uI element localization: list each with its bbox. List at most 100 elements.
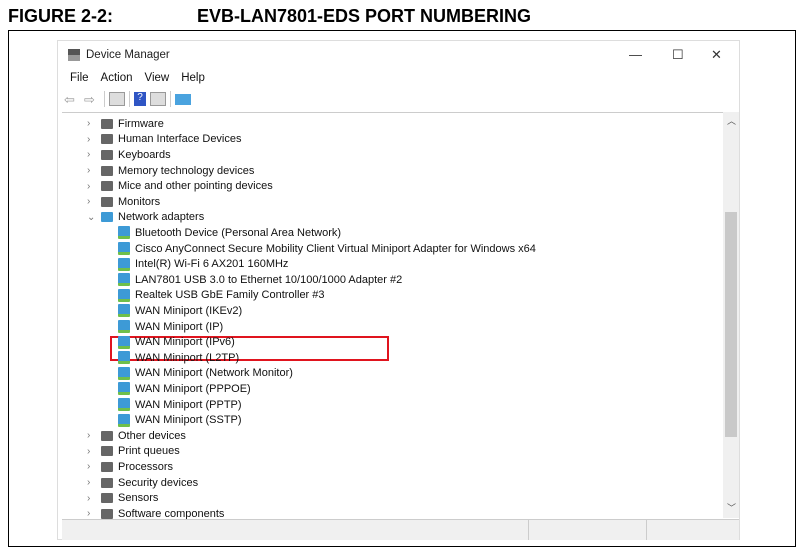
tree-item[interactable]: Bluetooth Device (Personal Area Network) xyxy=(118,225,341,241)
menu-help[interactable]: Help xyxy=(181,72,205,84)
back-icon[interactable]: ⇦ xyxy=(64,92,80,107)
tree-item-label: Other devices xyxy=(118,429,186,442)
expand-chevron-icon[interactable]: › xyxy=(87,430,90,441)
expand-chevron-icon[interactable]: › xyxy=(87,477,90,488)
network-adapter-icon xyxy=(118,398,130,412)
toolbar: ⇦ ⇨ ? xyxy=(64,91,191,107)
expand-chevron-icon[interactable]: › xyxy=(87,181,90,192)
minimize-button[interactable]: — xyxy=(629,47,642,62)
tree-item[interactable]: › Sensors xyxy=(87,490,159,506)
device-category-icon xyxy=(101,477,113,488)
tree-item-label: Print queues xyxy=(118,445,180,458)
network-adapter-icon xyxy=(118,382,130,396)
network-adapter-icon xyxy=(118,351,130,365)
figure-label: FIGURE 2-2: xyxy=(8,6,114,26)
tree-item[interactable]: Realtek USB GbE Family Controller #3 xyxy=(118,288,325,304)
tree-item[interactable]: WAN Miniport (IKEv2) xyxy=(118,303,242,319)
network-adapter-icon xyxy=(118,320,130,334)
vertical-scrollbar[interactable]: ︿ ﹀ xyxy=(723,112,739,518)
tree-item[interactable]: › Security devices xyxy=(87,475,199,491)
tree-item[interactable]: WAN Miniport (IPv6) xyxy=(118,334,235,350)
monitor-icon[interactable] xyxy=(175,93,191,105)
tree-item[interactable]: ⌄ Network adapters xyxy=(87,210,205,226)
help-icon[interactable]: ? xyxy=(134,92,146,106)
window-title: Device Manager xyxy=(86,49,170,61)
figure-title: EVB-LAN7801-EDS PORT NUMBERING xyxy=(197,6,532,26)
toolbar-divider xyxy=(170,91,171,107)
expand-chevron-icon[interactable]: › xyxy=(87,196,90,207)
tree-item[interactable]: WAN Miniport (IP) xyxy=(118,319,223,335)
expand-chevron-icon[interactable]: › xyxy=(87,149,90,160)
expand-chevron-icon[interactable]: › xyxy=(87,461,90,472)
tree-item-label: WAN Miniport (PPTP) xyxy=(135,398,242,411)
status-divider xyxy=(646,520,647,540)
tree-item[interactable]: › Print queues xyxy=(87,444,180,460)
toolbar-divider xyxy=(104,91,105,107)
device-category-icon xyxy=(101,196,113,207)
status-bar xyxy=(62,519,739,540)
device-category-icon xyxy=(101,446,113,457)
tree-item[interactable]: WAN Miniport (PPTP) xyxy=(118,397,242,413)
tree-item-label: WAN Miniport (IPv6) xyxy=(135,336,235,349)
tree-item-label: Memory technology devices xyxy=(118,164,255,177)
tree-item-label: Processors xyxy=(118,460,174,473)
expand-chevron-icon[interactable]: › xyxy=(87,493,90,504)
tree-item-label: Software components xyxy=(118,507,225,519)
tree-item-label: WAN Miniport (IP) xyxy=(135,320,224,333)
tree-item[interactable]: WAN Miniport (L2TP) xyxy=(118,350,239,366)
tree-item[interactable]: WAN Miniport (SSTP) xyxy=(118,412,242,428)
expand-chevron-icon[interactable]: › xyxy=(87,508,90,519)
tree-item[interactable]: › Processors xyxy=(87,459,174,475)
tree-item-label: Security devices xyxy=(118,476,199,489)
tree-item[interactable]: LAN7801 USB 3.0 to Ethernet 10/100/1000 … xyxy=(118,272,402,288)
network-adapter-icon xyxy=(118,257,130,271)
forward-icon[interactable]: ⇨ xyxy=(84,92,100,107)
scroll-down-icon[interactable]: ﹀ xyxy=(727,501,736,514)
tree-item-label: WAN Miniport (IKEv2) xyxy=(135,304,243,317)
tree-item-label: Bluetooth Device (Personal Area Network) xyxy=(135,226,342,239)
tree-item[interactable]: WAN Miniport (PPPOE) xyxy=(118,381,251,397)
tree-item-label: Human Interface Devices xyxy=(118,133,242,146)
tree-item[interactable]: WAN Miniport (Network Monitor) xyxy=(118,366,293,382)
toolbar-divider xyxy=(129,91,130,107)
tree-item[interactable]: › Other devices xyxy=(87,428,186,444)
figure-caption: FIGURE 2-2: EVB-LAN7801-EDS PORT NUMBERI… xyxy=(8,6,531,27)
tree-item-label: Sensors xyxy=(118,492,159,505)
tree-item[interactable]: › Mice and other pointing devices xyxy=(87,178,273,194)
network-adapter-icon xyxy=(118,288,130,302)
tree-item[interactable]: Cisco AnyConnect Secure Mobility Client … xyxy=(118,241,536,257)
tree-item-label: Realtek USB GbE Family Controller #3 xyxy=(135,289,325,302)
properties-icon[interactable] xyxy=(109,92,125,106)
tree-item[interactable]: › Human Interface Devices xyxy=(87,132,242,148)
expand-chevron-icon[interactable]: › xyxy=(87,446,90,457)
tree-item[interactable]: › Memory technology devices xyxy=(87,163,255,179)
tree-item[interactable]: › Keyboards xyxy=(87,147,171,163)
tree-item-label: Keyboards xyxy=(118,148,171,161)
collapse-chevron-icon[interactable]: ⌄ xyxy=(87,212,95,223)
scroll-up-icon[interactable]: ︿ xyxy=(727,114,736,127)
tree-item-label: Network adapters xyxy=(118,211,205,224)
tree-item[interactable]: Intel(R) Wi-Fi 6 AX201 160MHz xyxy=(118,256,288,272)
maximize-button[interactable]: ☐ xyxy=(672,47,684,63)
scrollbar-thumb[interactable] xyxy=(725,212,737,437)
menu-file[interactable]: File xyxy=(70,72,89,84)
expand-chevron-icon[interactable]: › xyxy=(87,165,90,176)
expand-chevron-icon[interactable]: › xyxy=(87,134,90,145)
tree-item-label: Monitors xyxy=(118,195,161,208)
tree-item[interactable]: › Firmware xyxy=(87,116,164,132)
update-driver-icon[interactable] xyxy=(150,92,166,106)
expand-chevron-icon[interactable]: › xyxy=(87,118,90,129)
menu-view[interactable]: View xyxy=(145,72,170,84)
network-adapter-icon xyxy=(118,242,130,256)
device-category-icon xyxy=(101,461,113,472)
device-category-icon xyxy=(101,493,113,504)
device-category-icon xyxy=(101,165,113,176)
tree-item[interactable]: › Software components xyxy=(87,506,225,519)
menu-action[interactable]: Action xyxy=(101,72,133,84)
device-category-icon xyxy=(101,181,113,192)
title-bar: Device Manager xyxy=(68,49,170,61)
network-adapter-icon xyxy=(118,304,130,318)
device-category-icon xyxy=(101,149,113,160)
tree-item[interactable]: › Monitors xyxy=(87,194,161,210)
close-button[interactable]: ✕ xyxy=(711,47,722,63)
